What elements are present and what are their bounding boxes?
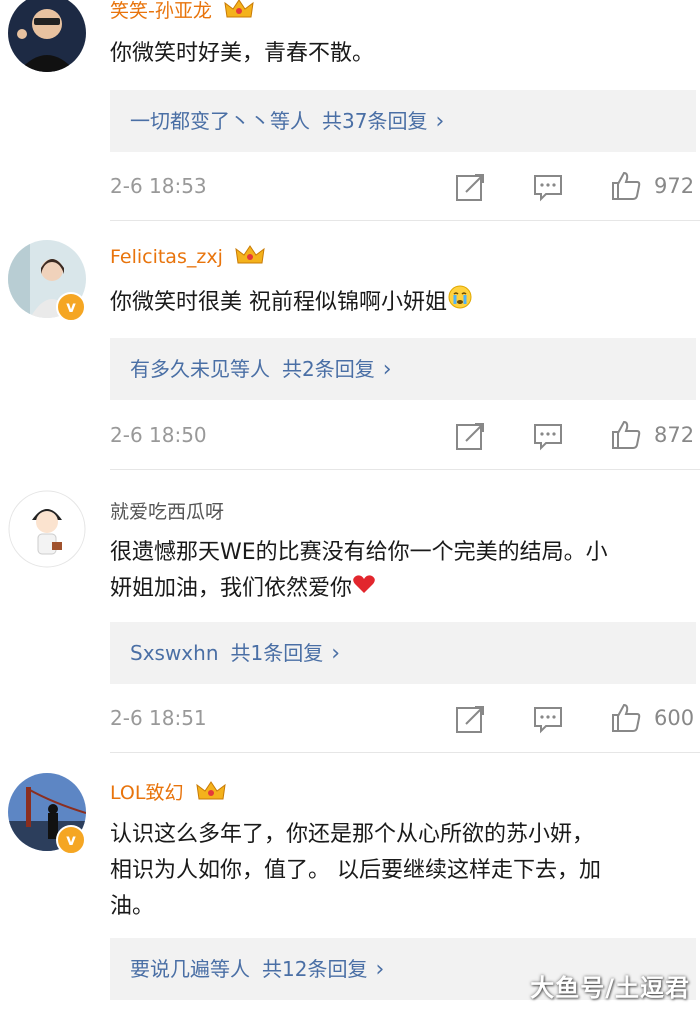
reply-count: 共1条回复	[230, 641, 324, 665]
avatar[interactable]	[8, 490, 86, 568]
verified-badge-icon: v	[56, 292, 86, 322]
reply-names: 要说几遍等人	[130, 957, 250, 981]
comment-icon[interactable]	[532, 704, 564, 738]
username[interactable]: Felicitas_zxj	[110, 244, 265, 271]
replies-link[interactable]: 有多久未见等人 共2条回复 ›	[110, 338, 696, 400]
reply-names: 一切都变了丶丶等人	[130, 109, 310, 133]
comment-text: 你微笑时好美，青春不散。	[110, 41, 375, 66]
divider	[110, 220, 700, 221]
comment-text: 你微笑时很美 祝前程似锦啊小妍姐	[110, 284, 695, 322]
like-count: 972	[654, 174, 695, 198]
username[interactable]: LOL致幻	[110, 778, 226, 807]
username[interactable]: 就爱吃西瓜呀	[110, 497, 224, 524]
avatar[interactable]	[8, 0, 86, 72]
reply-count: 共2条回复	[282, 357, 375, 381]
replies-link[interactable]: Sxswxhn 共1条回复 ›	[110, 622, 696, 684]
verified-badge-icon: v	[56, 825, 86, 855]
timestamp: 2-6 18:51	[110, 706, 207, 730]
watermark: 大鱼号/土逗君	[530, 974, 690, 1002]
chevron-right-icon: ›	[331, 641, 341, 666]
chevron-right-icon: ›	[375, 957, 385, 982]
heart-emoji-icon	[352, 571, 376, 607]
comment-icon[interactable]	[532, 421, 564, 455]
comment-icon[interactable]	[532, 172, 564, 206]
share-icon[interactable]	[455, 704, 487, 738]
timestamp: 2-6 18:50	[110, 423, 207, 447]
like-count: 600	[654, 706, 695, 730]
reply-count: 共12条回复	[262, 957, 368, 981]
reply-names: Sxswxhn	[130, 641, 219, 665]
share-icon[interactable]	[455, 172, 487, 206]
comment-item: v Felicitas_zxj 你微笑时很美 祝前程似锦啊小妍姐 有多久未见等人…	[0, 222, 700, 470]
crown-icon	[224, 0, 254, 25]
crown-icon	[235, 244, 265, 271]
like-count: 872	[654, 423, 695, 447]
like-icon[interactable]	[610, 702, 642, 738]
comment-text: 很遗憾那天WE的比赛没有给你一个完美的结局。小 妍姐加油，我们依然爱你	[110, 535, 695, 607]
like-icon[interactable]	[610, 170, 642, 206]
timestamp: 2-6 18:53	[110, 174, 207, 198]
chevron-right-icon: ›	[382, 357, 392, 382]
comment-text: 认识这么多年了，你还是那个从心所欲的苏小妍， 相识为人如你，值了。 以后要继续这样…	[110, 822, 601, 919]
comment-item: 就爱吃西瓜呀 很遗憾那天WE的比赛没有给你一个完美的结局。小 妍姐加油，我们依然爱…	[0, 470, 700, 753]
comment-item: 笑笑-孙亚龙 你微笑时好美，青春不散。 一切都变了丶丶等人 共37条回复 › 2-6…	[0, 0, 700, 222]
username[interactable]: 笑笑-孙亚龙	[110, 0, 254, 25]
share-icon[interactable]	[455, 421, 487, 455]
chevron-right-icon: ›	[435, 109, 445, 134]
crying-emoji-icon	[447, 284, 473, 322]
reply-count: 共37条回复	[322, 109, 428, 133]
replies-link[interactable]: 一切都变了丶丶等人 共37条回复 ›	[110, 90, 696, 152]
reply-names: 有多久未见等人	[130, 357, 270, 381]
like-icon[interactable]	[610, 419, 642, 455]
crown-icon	[195, 780, 226, 807]
